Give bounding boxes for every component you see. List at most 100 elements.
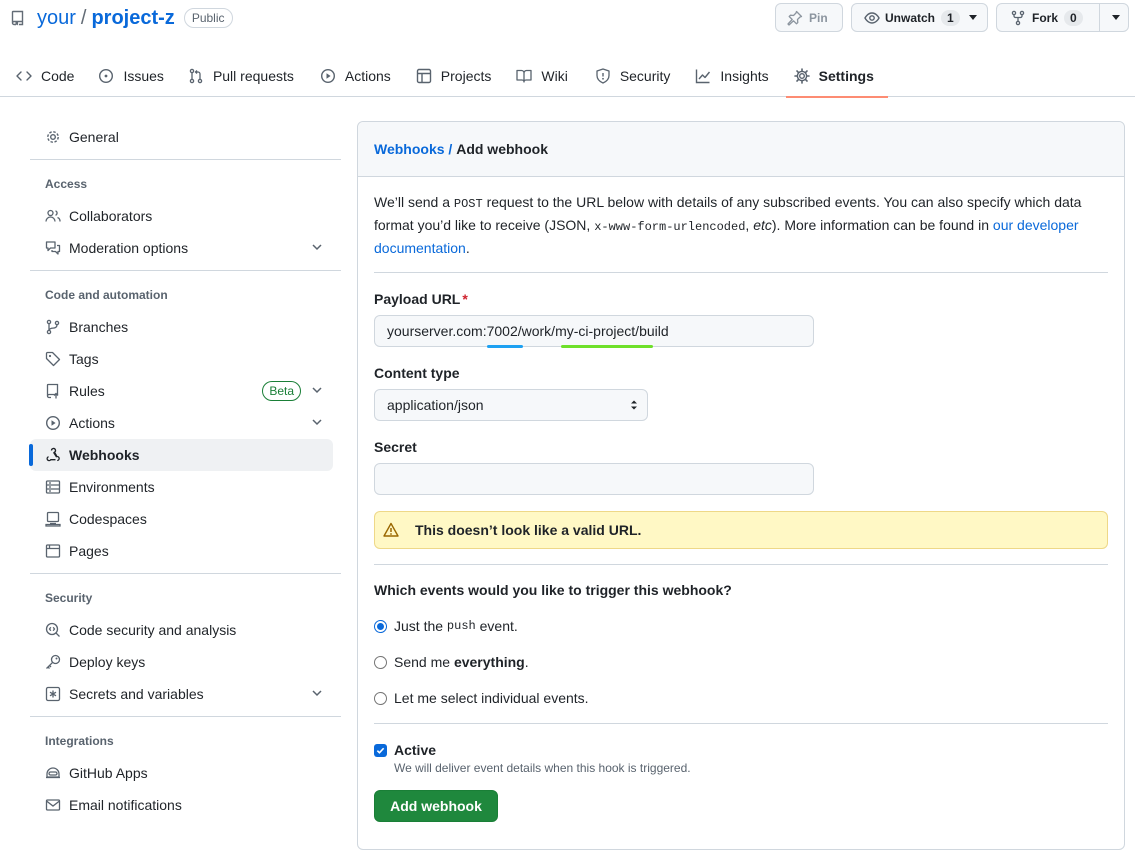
tab-wiki[interactable]: Wiki [508, 55, 575, 97]
add-webhook-panel: Webhooks / Add webhook We’ll send a POST… [357, 121, 1125, 850]
tab-actions[interactable]: Actions [312, 55, 399, 97]
repo-name-link[interactable]: project-z [91, 7, 174, 30]
alert-icon [383, 522, 399, 538]
intro-text-part: . [465, 240, 470, 256]
eye-icon [864, 10, 880, 26]
active-hint: We will deliver event details when this … [394, 761, 691, 775]
tab-issues[interactable]: Issues [90, 55, 171, 97]
tab-security[interactable]: Security [587, 55, 679, 97]
sidebar-item-webhooks[interactable]: Webhooks [29, 439, 333, 471]
tab-label: Settings [818, 68, 874, 84]
chevron-down-icon [969, 15, 977, 20]
beta-badge: Beta [262, 381, 301, 401]
tab-settings[interactable]: Settings [785, 55, 889, 98]
option-text: event. [475, 618, 518, 634]
sidebar-heading-integrations: Integrations [45, 734, 114, 748]
tab-label: Issues [123, 68, 164, 84]
chevron-down-icon [311, 416, 323, 428]
sidebar-item-label: Secrets and variables [69, 686, 204, 702]
active-checkbox[interactable] [374, 743, 387, 757]
sidebar-item-pages[interactable]: Pages [30, 535, 333, 567]
breadcrumb-webhooks-link[interactable]: Webhooks [374, 141, 445, 157]
sidebar-item-email-notifications[interactable]: Email notifications [30, 789, 333, 821]
unwatch-button[interactable]: Unwatch 1 [851, 3, 988, 32]
radio-button[interactable] [374, 655, 387, 669]
sidebar-item-codespaces[interactable]: Codespaces [30, 503, 333, 535]
sidebar-item-code-security[interactable]: Code security and analysis [30, 614, 333, 646]
settings-sidebar: General Access Collaborators Moderation … [29, 121, 341, 821]
sidebar-item-environments[interactable]: Environments [30, 471, 333, 503]
breadcrumb: Webhooks / Add webhook [358, 122, 1124, 177]
intro-text: We’ll send a POST request to the URL bel… [374, 192, 1108, 259]
chevron-down-icon [311, 384, 323, 396]
add-webhook-button[interactable]: Add webhook [374, 790, 498, 822]
tab-pull-requests[interactable]: Pull requests [180, 55, 302, 97]
section-divider [374, 272, 1108, 273]
event-option-individual[interactable]: Let me select individual events. [374, 680, 1108, 716]
chevron-down-icon[interactable] [1112, 15, 1120, 20]
repo-header: your / project-z Public Pin Unwatch 1 Fo… [0, 0, 1135, 98]
sidebar-item-label: Branches [69, 319, 129, 335]
gear-icon [793, 68, 810, 84]
sidebar-item-label: General [69, 129, 119, 145]
sidebar-item-branches[interactable]: Branches [30, 311, 333, 343]
tab-code[interactable]: Code [0, 55, 82, 97]
event-option-push[interactable]: Just the push event. [374, 608, 1108, 644]
sidebar-item-moderation-options[interactable]: Moderation options [30, 232, 333, 264]
pin-button[interactable]: Pin [775, 3, 843, 32]
content-type-select[interactable]: application/json [374, 389, 648, 421]
sidebar-item-secrets-variables[interactable]: Secrets and variables [30, 678, 333, 710]
sidebar-item-label: GitHub Apps [69, 765, 148, 781]
option-code-push: push [446, 619, 476, 633]
sidebar-divider [30, 716, 341, 717]
sidebar-item-tags[interactable]: Tags [30, 343, 333, 375]
fork-label: Fork [1032, 10, 1059, 25]
play-icon [45, 415, 61, 431]
visibility-badge: Public [183, 8, 233, 28]
fork-button[interactable]: Fork 0 [996, 3, 1129, 32]
shield-icon [595, 68, 611, 84]
repo-separator: / [80, 6, 87, 29]
sidebar-item-rules[interactable]: Rules Beta [30, 375, 333, 407]
chevron-down-icon [311, 241, 323, 253]
unwatch-label: Unwatch [885, 10, 936, 25]
project-highlight-underline [561, 345, 653, 348]
sidebar-item-collaborators[interactable]: Collaborators [30, 200, 333, 232]
tab-projects[interactable]: Projects [408, 55, 500, 97]
radio-button[interactable] [374, 691, 387, 705]
sidebar-item-general[interactable]: General [30, 121, 333, 153]
repo-owner-link[interactable]: your [37, 7, 76, 30]
tab-label: Pull requests [212, 68, 294, 84]
sidebar-item-deploy-keys[interactable]: Deploy keys [30, 646, 333, 678]
key-asterisk-icon [45, 686, 61, 702]
pin-label: Pin [809, 10, 828, 25]
radio-button-selected[interactable] [374, 619, 387, 633]
fork-icon [1010, 10, 1026, 26]
sidebar-item-github-apps[interactable]: GitHub Apps [30, 757, 333, 789]
branch-icon [45, 319, 61, 335]
secret-group: Secret [374, 439, 1108, 495]
payload-url-input[interactable]: yourserver.com:7002/work/my-ci-project/b… [374, 315, 814, 348]
table-icon [416, 68, 432, 84]
active-checkbox-row[interactable]: Active [374, 742, 1108, 758]
watch-count: 1 [941, 9, 960, 26]
tab-insights[interactable]: Insights [687, 55, 776, 97]
sidebar-item-label: Codespaces [69, 511, 147, 527]
hubot-icon [45, 765, 61, 781]
invalid-url-warning: This doesn’t look like a valid URL. [374, 511, 1108, 549]
browser-icon [45, 543, 61, 559]
play-icon [320, 68, 336, 84]
secret-input[interactable] [374, 463, 814, 495]
pull-request-icon [188, 68, 204, 84]
pin-icon [787, 10, 803, 26]
sidebar-item-actions[interactable]: Actions [30, 407, 333, 439]
book-icon [516, 68, 533, 84]
sidebar-item-label: Rules [69, 383, 105, 399]
section-divider [374, 723, 1108, 724]
comment-discussion-icon [45, 240, 61, 256]
intro-etc: etc [753, 217, 772, 233]
event-option-everything[interactable]: Send me everything. [374, 644, 1108, 680]
repo-icon [10, 10, 26, 26]
section-divider [374, 564, 1108, 565]
tab-label: Security [619, 68, 671, 84]
